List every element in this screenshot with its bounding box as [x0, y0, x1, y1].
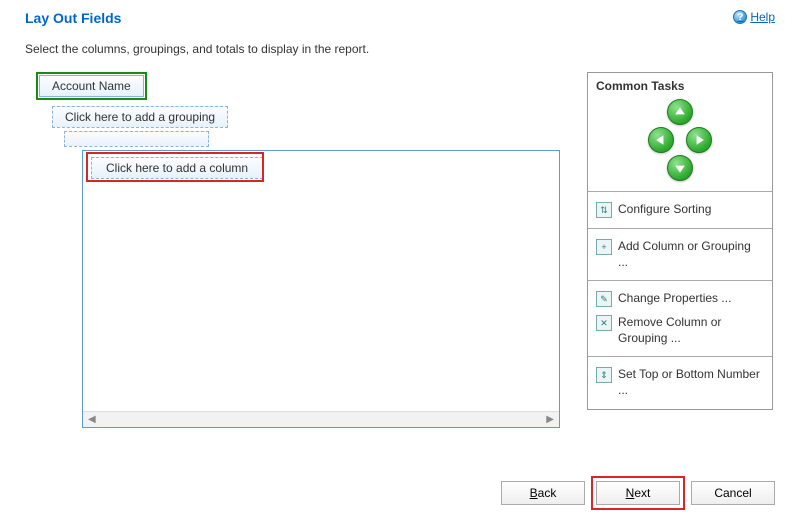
next-button-highlight: Next [591, 476, 685, 510]
task-set-top-bottom[interactable]: ⇕ Set Top or Bottom Number ... [596, 363, 764, 402]
cancel-button[interactable]: Cancel [691, 481, 775, 505]
add-column-icon: + [596, 239, 612, 255]
layout-designer: Account Name Click here to add a groupin… [36, 72, 565, 428]
help-icon: ? [733, 10, 747, 24]
task-label: Change Properties ... [618, 291, 731, 307]
help-link[interactable]: ? Help [733, 10, 775, 24]
empty-grouping-slot[interactable] [64, 131, 209, 147]
scroll-left-icon[interactable]: ◀ [85, 414, 99, 425]
task-configure-sorting[interactable]: ⇅ Configure Sorting [596, 198, 764, 222]
move-left-button[interactable] [648, 127, 674, 153]
common-tasks-title: Common Tasks [596, 79, 764, 93]
task-remove-column[interactable]: ✕ Remove Column or Grouping ... [596, 311, 764, 350]
back-button[interactable]: Back [501, 481, 585, 505]
wizard-footer: Back Next Cancel [501, 476, 775, 510]
add-grouping-placeholder[interactable]: Click here to add a grouping [52, 106, 228, 128]
primary-group-highlight: Account Name [36, 72, 147, 100]
sort-icon: ⇅ [596, 202, 612, 218]
scroll-right-icon[interactable]: ▶ [543, 414, 557, 425]
move-right-button[interactable] [686, 127, 712, 153]
help-label: Help [750, 10, 775, 24]
task-label: Remove Column or Grouping ... [618, 315, 764, 346]
horizontal-scrollbar[interactable]: ◀ ▶ [83, 411, 559, 427]
move-controls [596, 99, 764, 185]
move-up-button[interactable] [667, 99, 693, 125]
topn-icon: ⇕ [596, 367, 612, 383]
task-label: Set Top or Bottom Number ... [618, 367, 764, 398]
page-title: Lay Out Fields [25, 10, 121, 26]
task-label: Add Column or Grouping ... [618, 239, 764, 270]
group-account-name[interactable]: Account Name [39, 75, 144, 97]
common-tasks-panel: Common Tasks ⇅ Configure Sorting [587, 72, 773, 410]
add-column-placeholder[interactable]: Click here to add a column [91, 157, 263, 179]
remove-column-icon: ✕ [596, 315, 612, 331]
next-button[interactable]: Next [596, 481, 680, 505]
report-body-area[interactable]: Click here to add a column ◀ ▶ [82, 150, 560, 428]
task-change-properties[interactable]: ✎ Change Properties ... [596, 287, 764, 311]
properties-icon: ✎ [596, 291, 612, 307]
task-label: Configure Sorting [618, 202, 711, 218]
task-add-column[interactable]: + Add Column or Grouping ... [596, 235, 764, 274]
page-subtitle: Select the columns, groupings, and total… [0, 32, 793, 72]
move-down-button[interactable] [667, 155, 693, 181]
